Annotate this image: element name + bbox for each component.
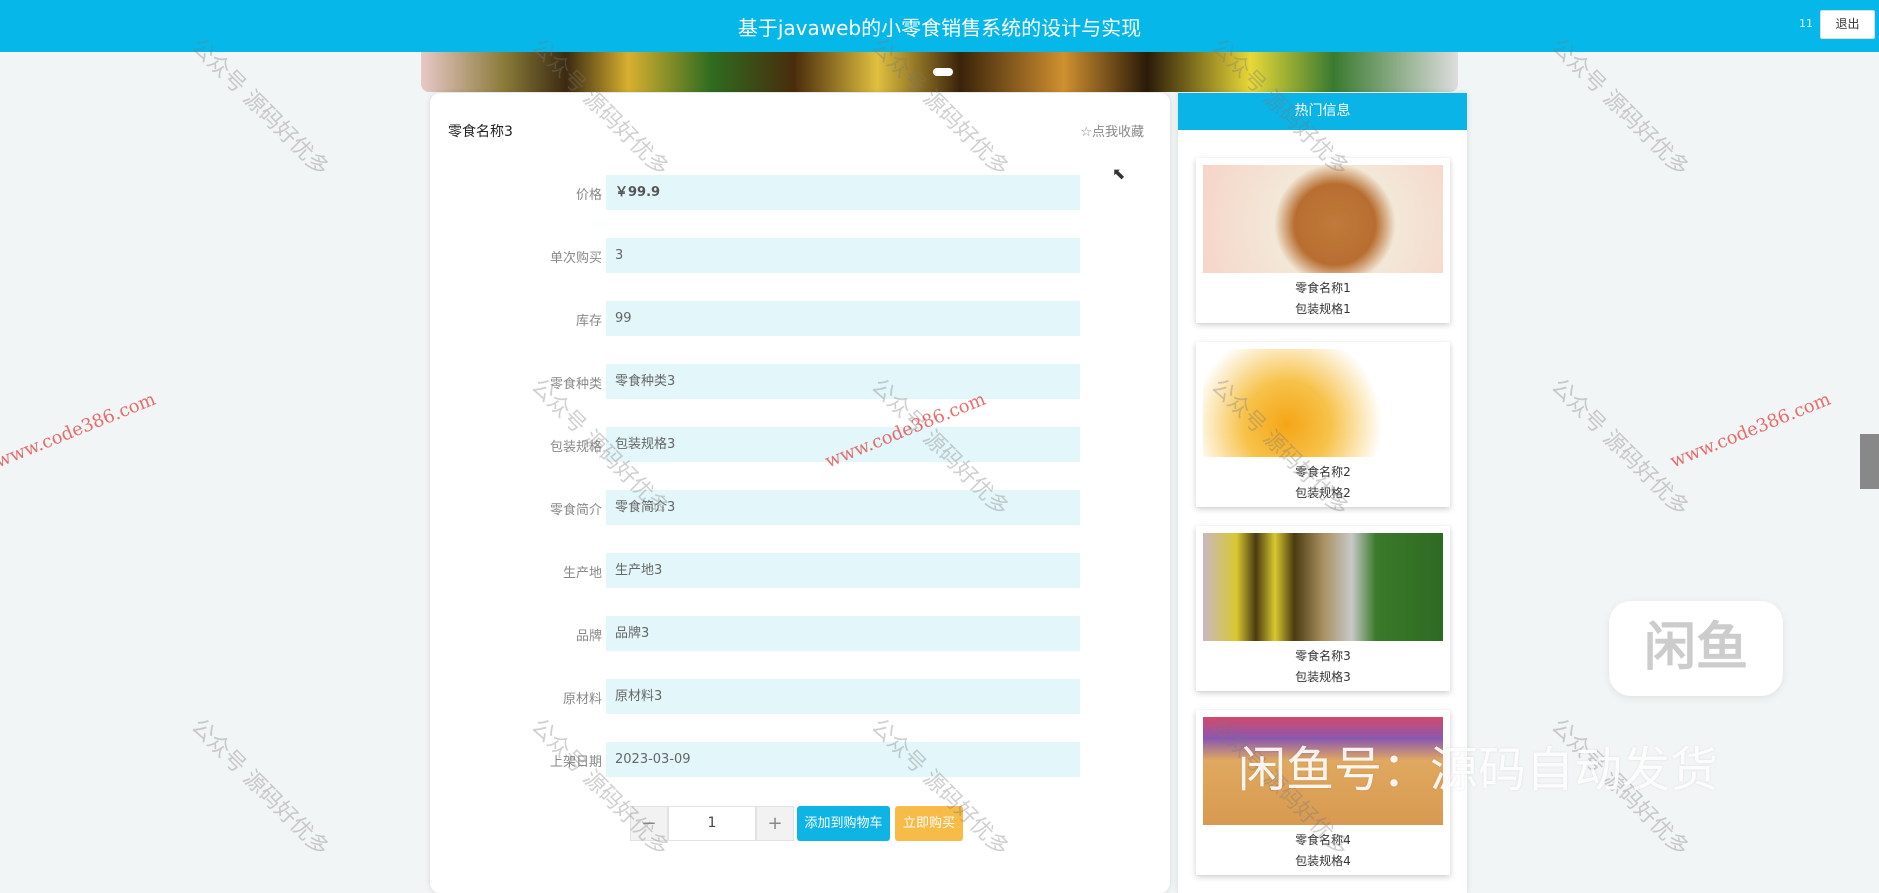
quantity-stepper: − 1 + [630,806,794,841]
hot-info-title: 热门信息 [1178,93,1467,130]
hot-item-image[interactable] [1203,349,1443,457]
hot-item-spec: 包装规格3 [1295,670,1351,684]
logout-button[interactable]: 退出 [1820,10,1875,39]
watermark-url: www.code386.com [0,388,159,473]
field-label: 品牌 [575,629,602,644]
scrollbar-thumb[interactable] [1860,434,1879,489]
field-listing-date: 上架日期 2023-03-09 [430,742,1170,777]
watermark: 公众号 源码好优多 [1546,34,1694,182]
watermark-url: www.code386.com [1667,388,1834,473]
watermark: 公众号 源码好优多 [186,714,334,862]
mouse-cursor-icon: ⬉ [1112,164,1126,183]
hot-item-spec: 包装规格2 [1295,486,1351,500]
hot-item-name[interactable]: 零食名称3 [1196,647,1450,664]
field-label: 库存 [575,314,602,329]
field-label: 包装规格 [549,440,602,455]
watermark: 公众号 源码好优多 [1546,374,1694,522]
field-label: 原材料 [562,692,602,707]
field-value: 包装规格3 [606,427,1080,462]
xianyu-overlay-text: 闲鱼号：源码自动发货 [1238,742,1719,798]
field-value: 零食简介3 [606,490,1080,525]
field-value: 品牌3 [606,616,1080,651]
quantity-input[interactable]: 1 [668,806,756,841]
buy-now-button[interactable]: 立即购买 [895,806,963,841]
field-label: 生产地 [562,566,602,581]
site-title: 基于javaweb的小零食销售系统的设计与实现 [737,16,1142,40]
decrement-button[interactable]: − [630,806,668,841]
top-bar: 基于javaweb的小零食销售系统的设计与实现 11 退出 [0,0,1879,52]
field-brand: 品牌 品牌3 [430,616,1170,651]
field-value: 2023-03-09 [606,742,1080,777]
field-intro: 零食简介 零食简介3 [430,490,1170,525]
hot-item-spec: 包装规格1 [1295,302,1351,316]
field-label: 价格 [575,188,602,203]
field-category: 零食种类 零食种类3 [430,364,1170,399]
add-to-cart-button[interactable]: 添加到购物车 [797,806,890,841]
field-package: 包装规格 包装规格3 [430,427,1170,462]
field-label: 单次购买 [549,251,602,266]
watermark: 公众号 源码好优多 [186,34,334,182]
field-value: 3 [606,238,1080,273]
field-stock: 库存 99 [430,301,1170,336]
field-label: 零食种类 [549,377,602,392]
xianyu-logo: 闲鱼 [1609,601,1783,696]
hot-item-name[interactable]: 零食名称1 [1196,279,1450,296]
hot-item-image[interactable] [1203,533,1443,641]
hot-item-image[interactable] [1203,165,1443,273]
username: 11 [1799,17,1813,30]
hot-item[interactable]: 零食名称1 包装规格1 [1196,158,1450,323]
hot-item-name[interactable]: 零食名称2 [1196,463,1450,480]
carousel-indicator[interactable] [933,68,953,76]
product-name: 零食名称3 [448,124,513,140]
field-value: 零食种类3 [606,364,1080,399]
field-value: ￥99.9 [606,175,1080,210]
field-per-purchase: 单次购买 3 [430,238,1170,273]
field-value: 原材料3 [606,679,1080,714]
increment-button[interactable]: + [756,806,794,841]
field-value: 99 [606,301,1080,336]
favorite-link[interactable]: ☆点我收藏 [1080,121,1144,140]
field-label: 零食简介 [549,503,602,518]
field-origin: 生产地 生产地3 [430,553,1170,588]
field-value: 生产地3 [606,553,1080,588]
hot-item-name[interactable]: 零食名称4 [1196,831,1450,848]
hot-item-spec: 包装规格4 [1295,854,1351,868]
hot-item[interactable]: 零食名称3 包装规格3 [1196,526,1450,691]
field-price: 价格 ￥99.9 [430,175,1170,210]
field-ingredients: 原材料 原材料3 [430,679,1170,714]
product-detail-card: 零食名称3 ☆点我收藏 价格 ￥99.9 单次购买 3 库存 99 零食种类 零食种类3… [430,93,1170,893]
hot-item[interactable]: 零食名称2 包装规格2 [1196,342,1450,507]
field-label: 上架日期 [549,755,602,770]
